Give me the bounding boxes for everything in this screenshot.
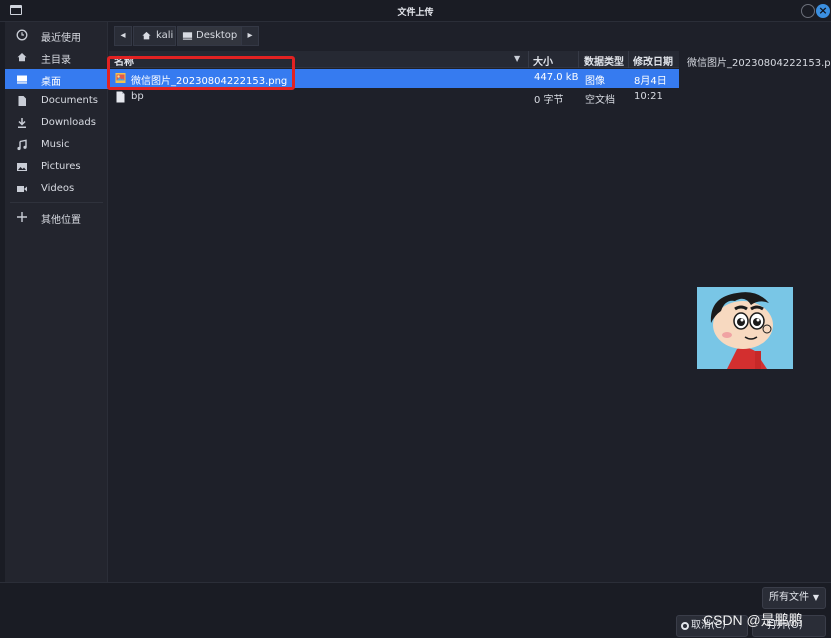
sidebar-item-documents[interactable]: Documents — [5, 91, 108, 111]
filter-label: 所有文件 — [769, 592, 809, 603]
column-header-name[interactable]: 名称 — [114, 53, 134, 68]
file-modified: 8月4日 — [634, 76, 667, 87]
file-list: 名称 ▼ 大小 数据类型 修改日期 微信图片_20230804222153.pn… — [109, 51, 679, 582]
desktop-icon — [16, 73, 28, 85]
file-list-header: 名称 ▼ 大小 数据类型 修改日期 — [109, 51, 679, 68]
sidebar-item-label: 其他位置 — [41, 215, 81, 226]
file-row[interactable]: 微信图片_20230804222153.png 447.0 kB 图像 8月4日 — [109, 69, 679, 88]
clock-icon — [16, 29, 28, 41]
sidebar-item-label: 桌面 — [41, 77, 61, 88]
download-icon — [16, 117, 28, 129]
file-type: 空文档 — [585, 95, 615, 106]
path-crumb-label: kali — [156, 30, 174, 41]
sidebar-item-pictures[interactable]: Pictures — [5, 157, 108, 177]
path-forward-button[interactable]: ▸ — [241, 26, 259, 46]
minimize-button[interactable] — [801, 4, 815, 18]
sidebar-item-label: 最近使用 — [41, 33, 81, 44]
file-name: 微信图片_20230804222153.png — [131, 76, 288, 87]
column-separator[interactable] — [528, 51, 529, 68]
sidebar-item-recent[interactable]: 最近使用 — [5, 25, 108, 45]
file-name: bp — [131, 91, 144, 102]
path-crumb-home[interactable]: kali — [133, 26, 176, 46]
dialog-action-bar: 所有文件 ▼ 取消(C) 打开(O) CSDN @是鹏鹏 — [0, 582, 831, 638]
sidebar-item-videos[interactable]: Videos — [5, 179, 108, 199]
desktop-icon — [182, 32, 193, 40]
video-icon — [16, 183, 28, 195]
column-header-type[interactable]: 数据类型 — [584, 53, 624, 68]
blank-file-icon — [116, 91, 125, 103]
file-row[interactable]: bp 0 字节 空文档 10:21 — [109, 88, 679, 107]
file-size: 447.0 kB — [534, 72, 579, 83]
sidebar-item-label: Pictures — [41, 161, 81, 172]
places-sidebar: 最近使用 主目录 桌面 Documents Downloads Music Pi… — [5, 22, 108, 582]
sort-descending-icon[interactable]: ▼ — [514, 54, 520, 63]
file-size: 0 字节 — [534, 95, 564, 106]
chevron-right-icon: ▸ — [247, 30, 253, 41]
image-file-icon — [115, 73, 126, 83]
sidebar-item-label: Documents — [41, 95, 99, 106]
sidebar-item-label: 主目录 — [41, 55, 71, 66]
column-header-modified[interactable]: 修改日期 — [633, 53, 673, 68]
sidebar-item-downloads[interactable]: Downloads — [5, 113, 108, 133]
column-header-size[interactable]: 大小 — [533, 53, 553, 68]
sidebar-item-other-locations[interactable]: 其他位置 — [5, 207, 108, 227]
close-button[interactable]: × — [816, 4, 830, 18]
sidebar-item-desktop[interactable]: 桌面 — [5, 69, 108, 89]
chevron-left-icon: ◂ — [120, 30, 126, 41]
file-type-filter[interactable]: 所有文件 ▼ — [762, 587, 826, 609]
music-icon — [16, 139, 28, 151]
watermark-text: CSDN @是鹏鹏 — [703, 612, 803, 628]
sidebar-item-label: Downloads — [41, 117, 96, 128]
document-icon — [16, 95, 28, 107]
preview-pane: 微信图片_20230804222153.png — [680, 51, 831, 582]
picture-icon — [16, 161, 28, 173]
file-type: 图像 — [585, 76, 605, 87]
sidebar-separator — [10, 202, 103, 203]
column-separator[interactable] — [578, 51, 579, 68]
home-icon — [16, 51, 28, 63]
path-back-button[interactable]: ◂ — [114, 26, 132, 46]
sidebar-item-music[interactable]: Music — [5, 135, 108, 155]
cancel-icon — [681, 622, 689, 630]
home-icon — [142, 31, 151, 40]
preview-filename: 微信图片_20230804222153.png — [687, 58, 831, 69]
window-title: 文件上传 — [397, 8, 434, 18]
file-modified: 10:21 — [634, 91, 663, 102]
path-crumb-label: Desktop — [196, 30, 238, 41]
preview-thumbnail — [697, 287, 793, 369]
sidebar-item-label: Videos — [41, 183, 75, 194]
sidebar-item-label: Music — [41, 139, 70, 150]
sidebar-item-home[interactable]: 主目录 — [5, 47, 108, 67]
title-bar: 文件上传 × — [0, 0, 831, 22]
column-separator[interactable] — [628, 51, 629, 68]
caret-down-icon: ▼ — [812, 593, 819, 602]
plus-icon — [16, 211, 28, 223]
